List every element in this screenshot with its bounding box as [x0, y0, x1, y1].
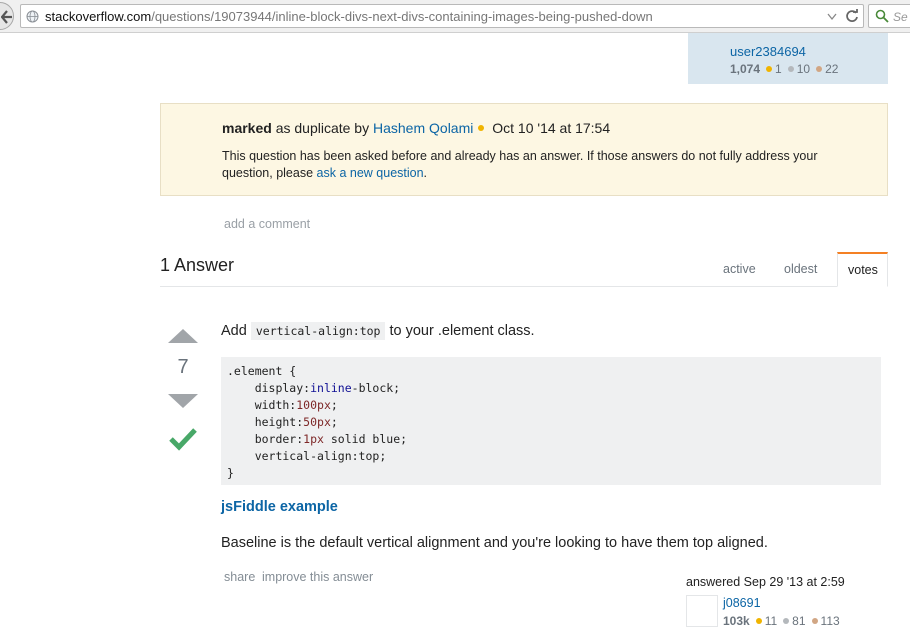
duplicate-notice: marked as duplicate by Hashem Qolami Oct…: [160, 103, 888, 196]
tab-votes-label: votes: [848, 263, 878, 277]
as-duplicate-text: as duplicate by: [275, 120, 370, 136]
back-arrow-icon: [1, 10, 12, 24]
jsfiddle-link[interactable]: jsFiddle example: [221, 499, 338, 515]
closer-user-link[interactable]: Hashem Qolami: [373, 120, 473, 136]
search-placeholder: Se: [893, 10, 908, 24]
code-line: border:1px solid blue;: [227, 432, 408, 446]
answerer-reputation: 103k 11 81 113: [723, 614, 840, 627]
url-text: stackoverflow.com/questions/19073944/inl…: [45, 9, 653, 24]
duplicate-heading: marked as duplicate by Hashem Qolami Oct…: [222, 120, 610, 136]
gold-badge-icon: [766, 65, 773, 72]
answers-divider: [160, 286, 888, 287]
tab-votes[interactable]: votes: [837, 252, 888, 287]
chevron-down-icon[interactable]: [827, 10, 837, 22]
bronze-badge-icon: [811, 617, 818, 624]
duplicate-period: .: [423, 166, 428, 180]
upvote-icon[interactable]: [168, 329, 198, 343]
address-bar[interactable]: stackoverflow.com/questions/19073944/inl…: [20, 4, 864, 28]
browser-toolbar: stackoverflow.com/questions/19073944/inl…: [0, 0, 910, 33]
owner-reputation: 1,074 1 10 22: [730, 62, 838, 76]
owner-name-link[interactable]: user2384694: [730, 44, 806, 59]
duplicate-body-text: This question has been asked before and …: [222, 149, 818, 180]
answerer-gold-count: 11: [764, 614, 778, 627]
improve-answer-link[interactable]: improve this answer: [262, 570, 373, 584]
owner-bronze-count: 22: [825, 62, 839, 76]
owner-rep-score: 1,074: [730, 62, 761, 76]
code-line: }: [227, 466, 234, 480]
code-line: .element {: [227, 364, 297, 378]
code-line: vertical-align:top;: [227, 449, 387, 463]
vote-count: 7: [177, 356, 189, 378]
answer-intro-after: to your .element class.: [389, 323, 535, 339]
duplicate-date: Oct 10 '14 at 17:54: [492, 120, 611, 136]
answer-intro: Add vertical-align:top to your .element …: [221, 322, 535, 340]
duplicate-body: This question has been asked before and …: [222, 148, 862, 182]
url-path: /questions/19073944/inline-block-divs-ne…: [151, 9, 653, 24]
code-line: width:100px;: [227, 398, 338, 412]
add-comment-link[interactable]: add a comment: [224, 217, 310, 231]
code-block: .element { display:inline-block; width:1…: [221, 357, 881, 485]
inline-code: vertical-align:top: [250, 322, 386, 340]
gold-badge-icon: [478, 125, 485, 132]
answerer-rep-score: 103k: [723, 614, 750, 627]
tab-oldest[interactable]: oldest: [784, 262, 817, 276]
silver-badge-icon: [787, 65, 794, 72]
ask-new-question-link[interactable]: ask a new question: [317, 166, 424, 180]
question-owner-card: user2384694 1,074 1 10 22: [688, 33, 888, 84]
answerer-bronze-count: 113: [820, 614, 840, 627]
back-button[interactable]: [0, 2, 14, 30]
share-link[interactable]: share: [224, 570, 255, 584]
answerer-silver-count: 81: [792, 614, 806, 627]
answer-intro-before: Add: [221, 323, 247, 339]
answered-timestamp: answered Sep 29 '13 at 2:59: [686, 575, 845, 589]
gold-badge-icon: [755, 617, 762, 624]
avatar[interactable]: [686, 595, 718, 627]
downvote-icon[interactable]: [168, 394, 198, 408]
reload-icon[interactable]: [845, 9, 859, 23]
bronze-badge-icon: [816, 65, 823, 72]
answer-conclusion: Baseline is the default vertical alignme…: [221, 535, 768, 551]
search-input[interactable]: Se: [868, 4, 910, 28]
answers-count-title: 1 Answer: [160, 255, 235, 275]
code-line: height:50px;: [227, 415, 338, 429]
owner-silver-count: 10: [796, 62, 811, 76]
accepted-check-icon: [169, 428, 197, 451]
search-icon: [875, 9, 889, 23]
url-domain: stackoverflow.com: [45, 9, 152, 24]
tab-active[interactable]: active: [723, 262, 756, 276]
silver-badge-icon: [783, 617, 790, 624]
globe-icon: [26, 10, 39, 23]
answerer-name-link[interactable]: j08691: [723, 596, 761, 610]
owner-gold-count: 1: [775, 62, 782, 76]
code-line: display:inline-block;: [227, 381, 401, 395]
marked-label: marked: [222, 120, 272, 136]
